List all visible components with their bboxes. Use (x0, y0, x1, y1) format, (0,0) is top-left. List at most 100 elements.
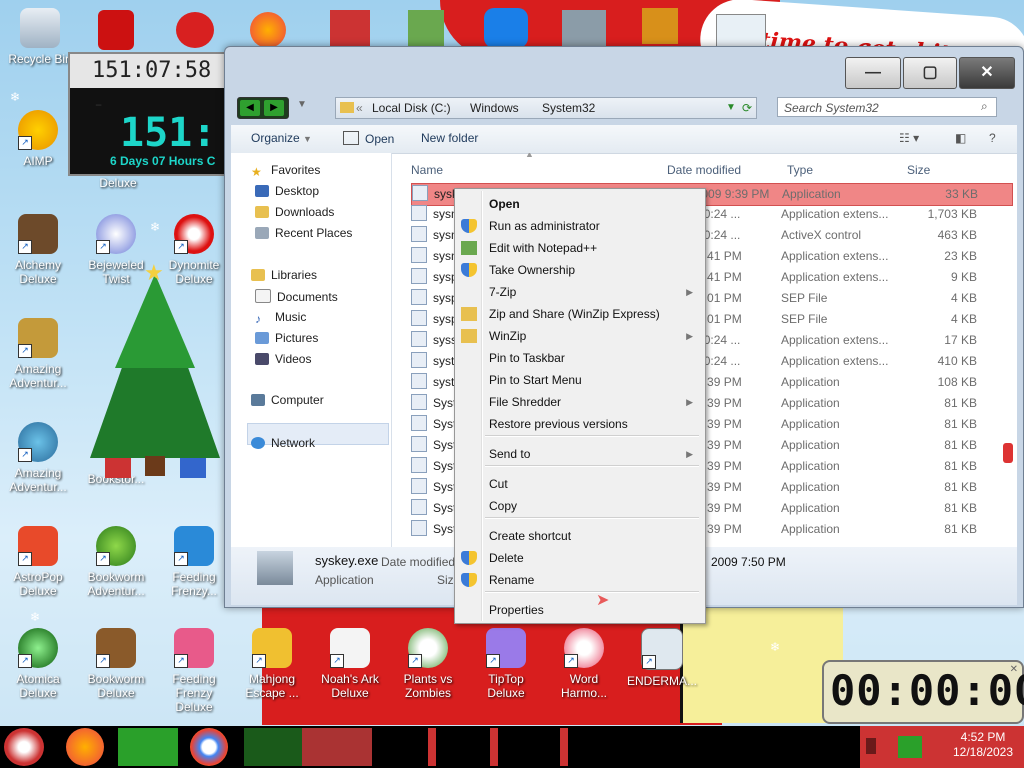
menu-separator (485, 435, 699, 437)
nav-documents[interactable]: Documents (255, 289, 338, 304)
network-tray-icon[interactable] (898, 736, 922, 758)
address-bar[interactable]: « Local Disk (C:) Windows System32 ▼ ⟳ (335, 97, 757, 119)
desktop-icon-aimp[interactable]: ↗ AIMP (0, 110, 76, 168)
column-header-name[interactable]: Name (411, 163, 443, 177)
new-folder-button[interactable]: New folder (421, 131, 478, 145)
desktop-icon-tiptop[interactable]: ↗ TipTop Deluxe (468, 628, 544, 700)
menu-item-run-as-administrator[interactable]: Run as administrator (457, 215, 703, 237)
shortcut-2-icon[interactable] (98, 10, 134, 50)
shrine-icon[interactable] (330, 10, 370, 46)
search-input[interactable]: Search System32 (777, 97, 997, 117)
menu-item-pin-to-start-menu[interactable]: Pin to Start Menu (457, 369, 703, 391)
file-type-icon (411, 436, 427, 452)
nav-network[interactable]: Network (251, 436, 315, 450)
minimize-button[interactable]: — (845, 57, 901, 89)
nav-computer[interactable]: Computer (251, 393, 324, 407)
nav-libraries[interactable]: Libraries (251, 268, 317, 282)
breadcrumb-local-disk[interactable]: Local Disk (C:) (372, 98, 451, 118)
menu-item-open[interactable]: Open (457, 193, 703, 215)
desktop-icon-astropop[interactable]: ↗ AstroPop Deluxe (0, 526, 76, 598)
back-arrow-icon[interactable]: ◀ (240, 100, 260, 116)
app-r-icon[interactable] (484, 8, 528, 48)
firefox-taskbar-icon[interactable] (66, 728, 104, 766)
nav-music[interactable]: ♪ Music (255, 310, 306, 326)
menu-item-zip-and-share-winzip-express[interactable]: Zip and Share (WinZip Express) (457, 303, 703, 325)
start-button-icon[interactable] (4, 728, 44, 766)
desktop-icon-bookworm-deluxe[interactable]: ↗ Bookworm Deluxe (78, 628, 154, 700)
menu-item-file-shredder[interactable]: File Shredder ▶ (457, 391, 703, 413)
tray-arrow-icon[interactable] (866, 738, 876, 754)
menu-item-send-to[interactable]: Send to ▶ (457, 443, 703, 465)
breadcrumb-windows[interactable]: Windows (470, 98, 519, 118)
desktop-icon-recycle-bin[interactable]: Recycle Bin (2, 8, 78, 66)
desktop-icon-deluxe[interactable]: Deluxe (80, 176, 156, 190)
shark-icon[interactable] (562, 10, 606, 46)
nav-desktop[interactable]: Desktop (255, 184, 319, 198)
organize-button[interactable]: Organize ▼ (251, 131, 312, 145)
file-type-icon (411, 310, 427, 326)
menu-item-properties[interactable]: Properties (457, 599, 703, 621)
scrollbar-thumb[interactable] (1003, 443, 1013, 463)
christmas-tree-icon: ★ (90, 261, 220, 478)
nav-videos[interactable]: Videos (255, 352, 311, 366)
nav-downloads[interactable]: Downloads (255, 205, 334, 219)
desktop-icon-enderman[interactable]: ↗ ENDERMA... (624, 628, 700, 688)
chrome-taskbar-icon[interactable] (190, 728, 228, 766)
countdown-gadget: 151:07:58 - 151: 6 Days 07 Hours C (68, 52, 232, 176)
taskbar-item[interactable] (302, 728, 372, 766)
downloads-icon (255, 206, 269, 218)
forward-arrow-icon[interactable]: ▶ (264, 100, 284, 116)
preview-pane-icon[interactable]: ◧ (955, 131, 966, 145)
menu-item-cut[interactable]: Cut (457, 473, 703, 495)
menu-item-pin-to-taskbar[interactable]: Pin to Taskbar (457, 347, 703, 369)
menu-item-edit-with-notepad[interactable]: Edit with Notepad++ (457, 237, 703, 259)
open-label: Open (365, 132, 395, 146)
column-header-size[interactable]: Size (907, 163, 930, 177)
search-icon[interactable]: ⌕ (981, 99, 988, 114)
explorer-taskbar-icon[interactable] (118, 728, 178, 766)
taskbar-clock[interactable]: 4:52 PM 12/18/2023 (946, 730, 1020, 760)
desktop-icon-plants-zombies[interactable]: ↗ Plants vs Zombies (390, 628, 466, 700)
breadcrumb-overflow-icon[interactable]: « (356, 98, 363, 118)
firefox-icon[interactable] (250, 12, 286, 48)
column-header-type[interactable]: Type (787, 163, 813, 177)
help-icon[interactable]: ? (989, 131, 996, 145)
pictures-icon (255, 332, 269, 344)
desktop-icon-word-harmony[interactable]: ↗ Word Harmo... (546, 628, 622, 700)
breadcrumb-system32[interactable]: System32 (542, 98, 595, 118)
timer-close-icon[interactable]: ✕ (1010, 664, 1018, 675)
red-creature-icon[interactable] (176, 12, 214, 48)
view-options-icon[interactable]: ☷ ▾ (899, 131, 919, 145)
desktop-icon-label: Noah's Ark Deluxe (321, 672, 379, 700)
nav-favorites[interactable]: ★ Favorites (251, 163, 320, 179)
box-icon[interactable] (642, 8, 678, 44)
window-app-icon[interactable] (716, 14, 766, 50)
menu-item-winzip[interactable]: WinZip ▶ (457, 325, 703, 347)
nav-pictures[interactable]: Pictures (255, 331, 318, 345)
notepad-icon[interactable] (408, 10, 444, 46)
menu-item-rename[interactable]: Rename (457, 569, 703, 591)
menu-item-copy[interactable]: Copy (457, 495, 703, 517)
shield-icon (461, 263, 477, 277)
open-button[interactable]: Open (343, 131, 394, 146)
christmas-tree-taskbar-icon[interactable] (244, 728, 302, 766)
menu-item-delete[interactable]: Delete (457, 547, 703, 569)
address-dropdown-icon[interactable]: ▼ (726, 98, 736, 118)
recent-pages-chevron-icon[interactable]: ▼ (297, 99, 307, 110)
desktop-icon-mahjong[interactable]: ↗ Mahjong Escape ... (234, 628, 310, 700)
column-header-date[interactable]: Date modified (667, 163, 741, 177)
desktop-icon-feeding-frenzy[interactable]: ↗ Feeding Frenzy... (156, 526, 232, 598)
close-button[interactable]: ✕ (959, 57, 1015, 89)
menu-item-create-shortcut[interactable]: Create shortcut (457, 525, 703, 547)
desktop-icon-noahs-ark[interactable]: ↗ Noah's Ark Deluxe (312, 628, 388, 700)
desktop-icon-feeding-frenzy-deluxe[interactable]: ↗ Feeding Frenzy Deluxe (156, 628, 232, 714)
maximize-button[interactable]: ▢ (903, 57, 957, 89)
desktop-icon-bookworm-adventures[interactable]: ↗ Bookworm Adventur... (78, 526, 154, 598)
menu-item-label: Create shortcut (489, 529, 572, 543)
menu-item-take-ownership[interactable]: Take Ownership (457, 259, 703, 281)
refresh-icon[interactable]: ⟳ (742, 98, 752, 118)
desktop-icon-atomica[interactable]: ↗ Atomica Deluxe (0, 628, 76, 700)
nav-recent-places[interactable]: Recent Places (255, 226, 352, 240)
menu-item-7-zip[interactable]: 7-Zip ▶ (457, 281, 703, 303)
menu-item-restore-previous-versions[interactable]: Restore previous versions (457, 413, 703, 435)
